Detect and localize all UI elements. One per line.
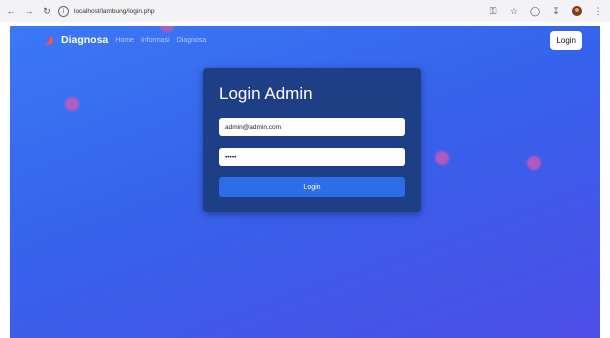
url-text[interactable]: localhost/lambung/login.php (74, 8, 155, 15)
browser-actions: ⚿ ☆ ◯ ↧ ⋮ (480, 3, 610, 19)
menu-dots-icon[interactable]: ⋮ (590, 3, 606, 19)
nav-login-button[interactable]: Login (550, 30, 582, 50)
brand-name[interactable]: Diagnosa (61, 34, 108, 46)
password-field[interactable] (219, 148, 405, 166)
star-icon[interactable]: ☆ (506, 3, 522, 19)
extensions-icon[interactable]: ◯ (527, 3, 543, 19)
nav-link-diagnosa[interactable]: Diagnosa (177, 37, 207, 44)
stomach-icon (44, 35, 55, 46)
profile-avatar[interactable] (569, 3, 585, 19)
decorative-blob (435, 151, 449, 165)
browser-toolbar: ← → ↻ i localhost/lambung/login.php ⚿ ☆ … (0, 0, 610, 22)
email-field[interactable] (219, 118, 405, 136)
back-arrow-icon[interactable]: ← (4, 4, 18, 18)
key-icon[interactable]: ⚿ (485, 3, 501, 19)
navbar: Diagnosa Home Informasi Diagnosa Login (10, 26, 600, 54)
forward-arrow-icon[interactable]: → (22, 4, 36, 18)
address-bar[interactable]: i localhost/lambung/login.php (58, 3, 155, 19)
reload-icon[interactable]: ↻ (40, 4, 54, 18)
site-info-icon[interactable]: i (58, 5, 69, 17)
decorative-blob (527, 156, 541, 170)
decorative-blob (65, 97, 79, 111)
nav-link-informasi[interactable]: Informasi (141, 37, 170, 44)
download-icon[interactable]: ↧ (548, 3, 564, 19)
page-content: Diagnosa Home Informasi Diagnosa Login L… (10, 26, 600, 338)
nav-link-home[interactable]: Home (115, 37, 134, 44)
login-title: Login Admin (219, 84, 313, 103)
login-submit-button[interactable]: Login (219, 177, 405, 197)
login-card: Login Admin Login (203, 68, 421, 212)
